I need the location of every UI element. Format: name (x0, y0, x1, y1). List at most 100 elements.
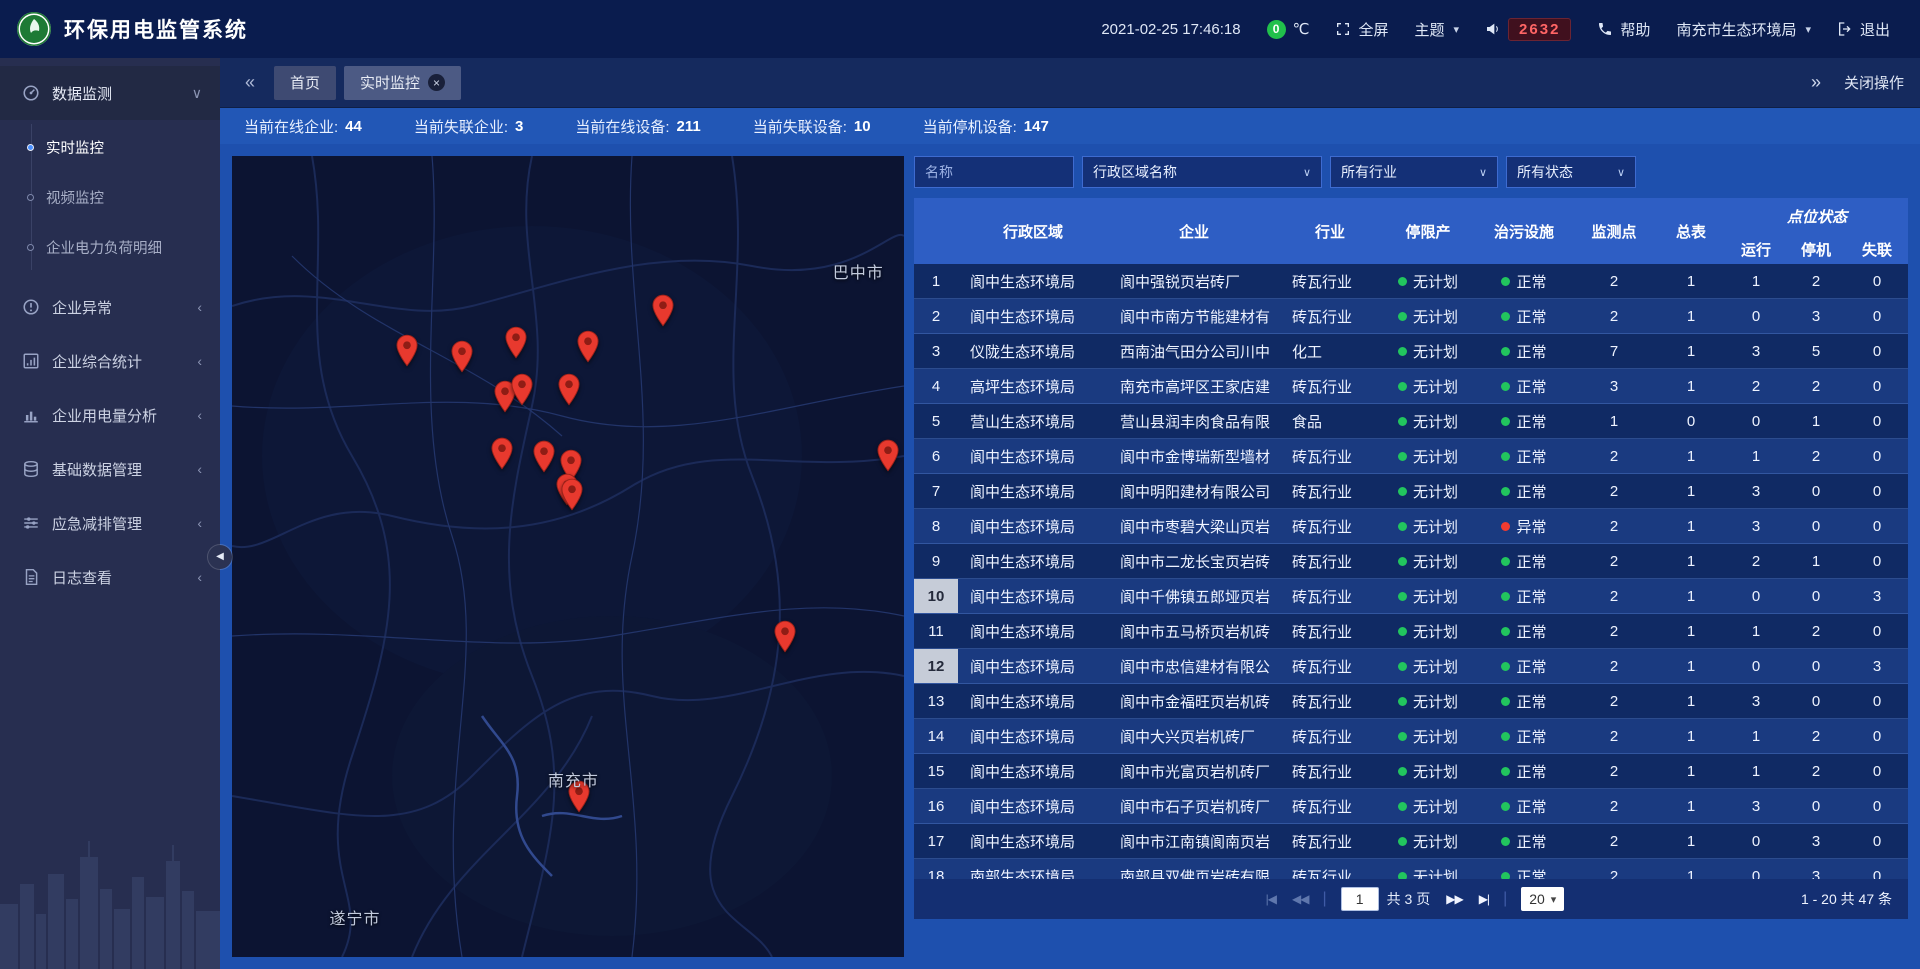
table-row[interactable]: 14阆中生态环境局阆中大兴页岩机砖厂砖瓦行业无计划正常21120 (914, 719, 1908, 754)
col-region[interactable]: 行政区域 (958, 198, 1108, 264)
tab-realtime[interactable]: 实时监控× (344, 66, 461, 100)
table-row[interactable]: 12阆中生态环境局阆中市忠信建材有限公砖瓦行业无计划正常21003 (914, 649, 1908, 684)
cell-company: 南部县双佛页岩砖有限 (1108, 859, 1280, 879)
region-filter-select[interactable]: 行政区域名称 ∨ (1082, 156, 1322, 188)
scroll-tabs-left-icon[interactable]: « (236, 72, 264, 93)
cell-meters: 1 (1656, 719, 1726, 753)
status-dot-icon (1398, 872, 1407, 880)
col-meters[interactable]: 总表 (1656, 198, 1726, 264)
table-row[interactable]: 9阆中生态环境局阆中市二龙长宝页岩砖砖瓦行业无计划正常21210 (914, 544, 1908, 579)
map-pin[interactable] (450, 340, 473, 373)
table-row[interactable]: 4高坪生态环境局南充市高坪区王家店建砖瓦行业无计划正常31220 (914, 369, 1908, 404)
status-dot-icon (1501, 872, 1510, 880)
map-pin[interactable] (510, 373, 533, 406)
table-row[interactable]: 11阆中生态环境局阆中市五马桥页岩机砖砖瓦行业无计划正常21120 (914, 614, 1908, 649)
table-row[interactable]: 5营山生态环境局营山县润丰肉食品有限食品无计划正常10010 (914, 404, 1908, 439)
sidebar-item-base-data-management[interactable]: 基础数据管理‹ (0, 442, 220, 496)
col-limit[interactable]: 停限产 (1380, 198, 1476, 264)
page-size-select[interactable]: 20 ▾ (1521, 887, 1564, 911)
cell-limit: 无计划 (1380, 404, 1476, 438)
map-pin[interactable] (876, 439, 899, 472)
map-panel[interactable]: 巴中市南充市遂宁市 (232, 156, 904, 957)
cell-stopped: 0 (1786, 789, 1846, 823)
status-dot-icon (1398, 417, 1407, 426)
sidebar-item-enterprise-abnormal[interactable]: 企业异常‹ (0, 280, 220, 334)
map-pin[interactable] (557, 373, 580, 406)
table-row[interactable]: 16阆中生态环境局阆中市石子页岩机砖厂砖瓦行业无计划正常21300 (914, 789, 1908, 824)
col-running[interactable]: 运行 (1726, 234, 1786, 264)
phone-icon (1597, 21, 1613, 37)
notification-area[interactable]: 2632 (1485, 18, 1571, 41)
cell-points: 2 (1572, 789, 1656, 823)
org-dropdown[interactable]: 南充市生态环境局 ▾ (1676, 19, 1811, 40)
status-dot-icon (1501, 767, 1510, 776)
map-pin[interactable] (774, 620, 797, 653)
table-row[interactable]: 15阆中生态环境局阆中市光富页岩机砖厂砖瓦行业无计划正常21120 (914, 754, 1908, 789)
sidebar-item-emergency-reduction[interactable]: 应急减排管理‹ (0, 496, 220, 550)
col-industry[interactable]: 行业 (1280, 198, 1380, 264)
industry-filter-select[interactable]: 所有行业 ∨ (1330, 156, 1498, 188)
cell-company: 营山县润丰肉食品有限 (1108, 404, 1280, 438)
map-pin[interactable] (532, 440, 555, 473)
map-pin[interactable] (491, 437, 514, 470)
table-row[interactable]: 10阆中生态环境局阆中千佛镇五郎垭页岩砖瓦行业无计划正常21003 (914, 579, 1908, 614)
close-operations-button[interactable]: 关闭操作 (1844, 72, 1904, 93)
cell-limit: 无计划 (1380, 369, 1476, 403)
table-row[interactable]: 13阆中生态环境局阆中市金福旺页岩机砖砖瓦行业无计划正常21300 (914, 684, 1908, 719)
table-row[interactable]: 7阆中生态环境局阆中明阳建材有限公司砖瓦行业无计划正常21300 (914, 474, 1908, 509)
scroll-tabs-right-icon[interactable]: » (1802, 72, 1830, 93)
col-points[interactable]: 监测点 (1572, 198, 1656, 264)
sidebar-item-enterprise-statistics[interactable]: 企业综合统计‹ (0, 334, 220, 388)
first-page-button[interactable]: |◀ (1266, 892, 1276, 906)
cell-meters: 1 (1656, 614, 1726, 648)
map-pin[interactable] (652, 294, 675, 327)
sidebar-item-data-monitoring[interactable]: 数据监测∨ (0, 66, 220, 120)
tab-home[interactable]: 首页 (274, 66, 336, 100)
cell-offline: 0 (1846, 404, 1908, 438)
main-layout: 数据监测∨实时监控视频监控企业电力负荷明细企业异常‹企业综合统计‹企业用电量分析… (0, 58, 1920, 969)
logout-button[interactable]: 退出 (1837, 19, 1890, 40)
sidebar-item-power-load-detail[interactable]: 企业电力负荷明细 (0, 222, 220, 272)
table-row[interactable]: 3仪陇生态环境局西南油气田分公司川中化工无计划正常71350 (914, 334, 1908, 369)
table-row[interactable]: 18南部生态环境局南部县双佛页岩砖有限砖瓦行业无计划正常21030 (914, 859, 1908, 879)
prev-page-button[interactable]: ◀◀ (1292, 892, 1308, 906)
cell-limit: 无计划 (1380, 649, 1476, 683)
map-pin[interactable] (561, 478, 584, 511)
table-row[interactable]: 17阆中生态环境局阆中市江南镇阆南页岩砖瓦行业无计划正常21030 (914, 824, 1908, 859)
col-stopped[interactable]: 停机 (1786, 234, 1846, 264)
help-button[interactable]: 帮助 (1597, 19, 1650, 40)
sidebar-item-power-usage-analysis[interactable]: 企业用电量分析‹ (0, 388, 220, 442)
status-dot-icon (1398, 382, 1407, 391)
table-row[interactable]: 6阆中生态环境局阆中市金博瑞新型墙材砖瓦行业无计划正常21120 (914, 439, 1908, 474)
status-dot-icon (1501, 662, 1510, 671)
cell-region: 南部生态环境局 (958, 859, 1108, 879)
table-row[interactable]: 8阆中生态环境局阆中市枣碧大梁山页岩砖瓦行业无计划异常21300 (914, 509, 1908, 544)
table-row[interactable]: 2阆中生态环境局阆中市南方节能建材有砖瓦行业无计划正常21030 (914, 299, 1908, 334)
sidebar-item-video-monitor[interactable]: 视频监控 (0, 172, 220, 222)
col-offline[interactable]: 失联 (1846, 234, 1908, 264)
cell-region: 高坪生态环境局 (958, 369, 1108, 403)
cell-industry: 砖瓦行业 (1280, 824, 1380, 858)
name-filter-input[interactable] (914, 156, 1074, 188)
col-facility[interactable]: 治污设施 (1476, 198, 1572, 264)
sidebar-item-realtime-monitor[interactable]: 实时监控 (0, 122, 220, 172)
status-dot-icon (1501, 312, 1510, 321)
last-page-button[interactable]: ▶| (1479, 892, 1489, 906)
sidebar-item-log-view[interactable]: 日志查看‹ (0, 550, 220, 604)
status-filter-select[interactable]: 所有状态 ∨ (1506, 156, 1636, 188)
tab-close-icon[interactable]: × (428, 74, 445, 91)
cell-facility: 正常 (1476, 299, 1572, 333)
map-pin[interactable] (396, 334, 419, 367)
collapse-sidebar-button[interactable]: ◀ (208, 545, 232, 569)
cell-stopped: 3 (1786, 859, 1846, 879)
next-page-button[interactable]: ▶▶ (1446, 892, 1462, 906)
page-input[interactable] (1341, 887, 1379, 911)
theme-dropdown[interactable]: 主题 ▾ (1415, 19, 1460, 40)
cell-limit: 无计划 (1380, 474, 1476, 508)
col-company[interactable]: 企业 (1108, 198, 1280, 264)
cell-offline: 0 (1846, 299, 1908, 333)
table-row[interactable]: 1阆中生态环境局阆中强锐页岩砖厂砖瓦行业无计划正常21120 (914, 264, 1908, 299)
map-pin[interactable] (504, 326, 527, 359)
map-pin[interactable] (577, 330, 600, 363)
fullscreen-button[interactable]: 全屏 (1335, 19, 1388, 40)
